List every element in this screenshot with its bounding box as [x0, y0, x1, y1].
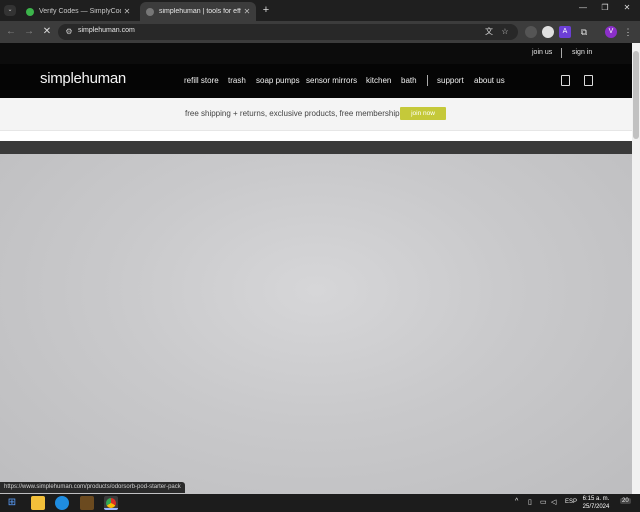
- close-icon[interactable]: ✕: [241, 7, 253, 16]
- extension-puzzle-grey-icon[interactable]: [525, 26, 537, 38]
- main-navigation: simplehuman refill store trash soap pump…: [0, 64, 632, 98]
- nav-sensor-mirrors[interactable]: sensor mirrors: [306, 76, 357, 85]
- bookmark-star-icon[interactable]: ☆: [500, 27, 510, 37]
- web-page: join us sign in simplehuman refill store…: [0, 43, 632, 494]
- window-close-icon[interactable]: ✕: [620, 3, 634, 12]
- extensions-puzzle-icon[interactable]: ⧉: [578, 26, 590, 38]
- nav-trash[interactable]: trash: [228, 76, 246, 85]
- tab-verify-codes[interactable]: Verify Codes — SimplyCodes ✕: [20, 2, 136, 21]
- tray-chevron-icon[interactable]: ^: [515, 498, 518, 505]
- nav-about-us[interactable]: about us: [474, 76, 505, 85]
- page-scrollbar[interactable]: [632, 43, 640, 494]
- tab-title: Verify Codes — SimplyCodes: [39, 8, 121, 15]
- network-icon[interactable]: ▭: [540, 498, 547, 506]
- windows-start-icon[interactable]: ⊞: [5, 496, 19, 510]
- address-bar[interactable]: ⚙ simplehuman.com 文 ☆: [58, 24, 518, 40]
- simplycodes-favicon-icon: [26, 7, 34, 16]
- forward-icon[interactable]: →: [23, 26, 35, 38]
- notification-badge[interactable]: 20: [620, 498, 631, 504]
- nav-bath[interactable]: bath: [401, 76, 417, 85]
- cart-icon[interactable]: [584, 75, 593, 86]
- browser-toolbar: ← → ✕ ⚙ simplehuman.com 文 ☆ A ⧉ V ⋮: [0, 21, 640, 43]
- battery-icon[interactable]: ▯: [528, 498, 532, 506]
- menu-kebab-icon[interactable]: ⋮: [622, 26, 634, 38]
- volume-icon[interactable]: ◁: [551, 498, 556, 506]
- clock-date: 25/7/2024: [582, 504, 610, 510]
- extension-a-icon[interactable]: A: [559, 26, 571, 38]
- clock-time: 6:15 a. m.: [582, 496, 610, 502]
- site-info-icon[interactable]: ⚙: [64, 27, 74, 37]
- join-us-link[interactable]: join us: [532, 49, 552, 56]
- chrome-logo-icon: [106, 498, 116, 508]
- nav-refill-store[interactable]: refill store: [184, 76, 219, 85]
- edge-icon[interactable]: [55, 496, 69, 510]
- tab-simplehuman[interactable]: simplehuman | tools for efficient ✕: [140, 2, 256, 21]
- loading-favicon-icon: [146, 7, 154, 16]
- stop-loading-icon[interactable]: ✕: [41, 26, 53, 38]
- hero-placeholder: [0, 154, 632, 494]
- tab-title: simplehuman | tools for efficient: [159, 8, 241, 15]
- game-app-icon[interactable]: [80, 496, 94, 510]
- file-explorer-icon[interactable]: [31, 496, 45, 510]
- sign-in-link[interactable]: sign in: [572, 49, 592, 56]
- account-icon[interactable]: [561, 75, 570, 86]
- chrome-icon[interactable]: [104, 496, 118, 510]
- join-now-button[interactable]: join now: [400, 107, 446, 120]
- restore-icon[interactable]: ❐: [598, 3, 612, 12]
- nav-divider: [427, 75, 428, 86]
- profile-avatar[interactable]: V: [605, 26, 617, 38]
- tab-search-icon[interactable]: ⌄: [4, 5, 16, 16]
- translate-icon[interactable]: 文: [484, 27, 494, 37]
- clock[interactable]: 6:15 a. m. 25/7/2024: [580, 495, 612, 511]
- extension-circle-icon[interactable]: [542, 26, 554, 38]
- nav-support[interactable]: support: [437, 76, 464, 85]
- utility-bar: join us sign in: [0, 43, 632, 64]
- promo-text: free shipping + returns, exclusive produ…: [185, 109, 400, 118]
- language-indicator[interactable]: ESP: [565, 499, 577, 505]
- tab-strip: ⌄ Verify Codes — SimplyCodes ✕ simplehum…: [0, 0, 640, 21]
- back-icon[interactable]: ←: [5, 26, 17, 38]
- url-text[interactable]: simplehuman.com: [78, 27, 135, 34]
- scrollbar-thumb[interactable]: [633, 51, 639, 139]
- close-icon[interactable]: ✕: [121, 7, 133, 16]
- new-tab-button[interactable]: +: [260, 4, 272, 16]
- promo-banner: free shipping + returns, exclusive produ…: [0, 98, 632, 131]
- utility-divider: [561, 48, 562, 58]
- simplehuman-logo[interactable]: simplehuman: [40, 70, 126, 87]
- link-status-bar: https://www.simplehuman.com/products/odo…: [0, 482, 185, 493]
- announcement-band: [0, 141, 632, 154]
- nav-soap-pumps[interactable]: soap pumps: [256, 76, 300, 85]
- windows-taskbar: ⊞ ^ ▯ ▭ ◁ ESP 6:15 a. m. 25/7/2024 20: [0, 494, 640, 512]
- nav-kitchen[interactable]: kitchen: [366, 76, 391, 85]
- spacer: [0, 131, 632, 141]
- minimize-icon[interactable]: —: [576, 3, 590, 12]
